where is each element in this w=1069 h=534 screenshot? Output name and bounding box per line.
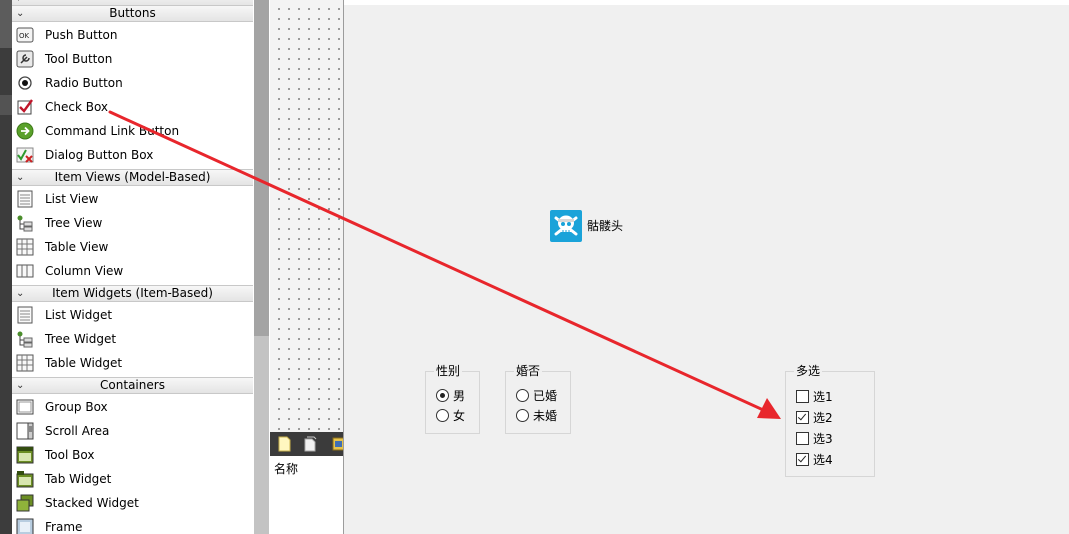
- command-link-icon: [16, 122, 34, 140]
- radio-indicator: [516, 409, 529, 422]
- list-widget-icon: [17, 306, 33, 324]
- gender-group-title: 性别: [434, 363, 463, 379]
- name-column-header: 名称: [274, 462, 299, 476]
- checkbox-indicator: [796, 432, 809, 445]
- widget-box: ▾ ⌄ Buttons OK Push Button Tool Button R…: [12, 0, 254, 534]
- checkbox-indicator: [796, 411, 809, 424]
- new-file-icon[interactable]: [278, 436, 291, 452]
- check-box-icon: [17, 99, 33, 115]
- gender-radio-female[interactable]: 女: [436, 408, 465, 424]
- left-dock-strip: [0, 0, 12, 534]
- object-inspector-panel: 名称: [270, 456, 343, 534]
- chevron-down-icon: ⌄: [16, 172, 25, 183]
- svg-text:OK: OK: [19, 32, 30, 40]
- tree-widget-icon: [17, 331, 33, 348]
- object-panel-toolbar: [270, 432, 345, 456]
- chevron-down-icon: ⌄: [16, 8, 25, 19]
- chevron-down-icon: ⌄: [16, 288, 25, 299]
- category-item-views[interactable]: ⌄ Item Views (Model-Based): [12, 169, 253, 186]
- skull-label: 骷髅头: [587, 219, 624, 233]
- tree-view-icon: [17, 215, 33, 232]
- marriage-radio-single[interactable]: 未婚: [516, 408, 557, 424]
- radio-button-icon: [18, 76, 32, 90]
- tool-button-icon: [16, 50, 34, 68]
- tool-box-icon: [16, 446, 34, 464]
- checkbox-indicator: [796, 453, 809, 466]
- radio-indicator: [436, 389, 449, 402]
- column-view-icon: [16, 264, 34, 278]
- frame-icon: [16, 518, 34, 534]
- widget-box-scrollbar[interactable]: [254, 0, 269, 534]
- tab-widget-icon: [16, 471, 34, 488]
- checkbox-option-2[interactable]: 选2: [796, 410, 833, 426]
- checkbox-indicator: [796, 390, 809, 403]
- radio-indicator: [516, 389, 529, 402]
- skull-icon: [550, 210, 582, 242]
- marriage-group-box: 婚否 已婚 未婚: [505, 363, 571, 434]
- stacked-widget-icon: [16, 494, 34, 512]
- push-button-icon: OK: [16, 27, 34, 43]
- dialog-button-box-icon: [16, 147, 34, 163]
- gender-group-box: 性别 男 女: [425, 363, 480, 434]
- category-buttons[interactable]: ⌄ Buttons: [12, 5, 253, 22]
- scroll-area-icon: [16, 422, 34, 440]
- form-canvas[interactable]: 性别 男 女 婚否 已婚 未婚 多选 选1 选2 选3 选4: [343, 0, 1069, 534]
- radio-indicator: [436, 409, 449, 422]
- table-widget-icon: [16, 354, 34, 372]
- checkbox-option-1[interactable]: 选1: [796, 389, 833, 405]
- category-item-widgets[interactable]: ⌄ Item Widgets (Item-Based): [12, 285, 253, 302]
- multi-select-group-title: 多选: [794, 363, 823, 379]
- category-containers[interactable]: ⌄ Containers: [12, 377, 253, 394]
- chevron-down-icon: ⌄: [16, 380, 25, 391]
- designer-grid-canvas[interactable]: [270, 0, 343, 432]
- checkbox-option-3[interactable]: 选3: [796, 431, 833, 447]
- gender-radio-male[interactable]: 男: [436, 388, 465, 404]
- multi-select-group-box: 多选 选1 选2 选3 选4: [785, 363, 875, 477]
- list-view-icon: [17, 190, 33, 208]
- marriage-radio-married[interactable]: 已婚: [516, 388, 557, 404]
- open-file-icon[interactable]: [304, 436, 317, 452]
- marriage-group-title: 婚否: [514, 363, 543, 379]
- table-view-icon: [16, 238, 34, 256]
- group-box-icon: [16, 399, 34, 415]
- checkbox-option-4[interactable]: 选4: [796, 452, 833, 468]
- scrollbar-thumb[interactable]: [254, 0, 269, 336]
